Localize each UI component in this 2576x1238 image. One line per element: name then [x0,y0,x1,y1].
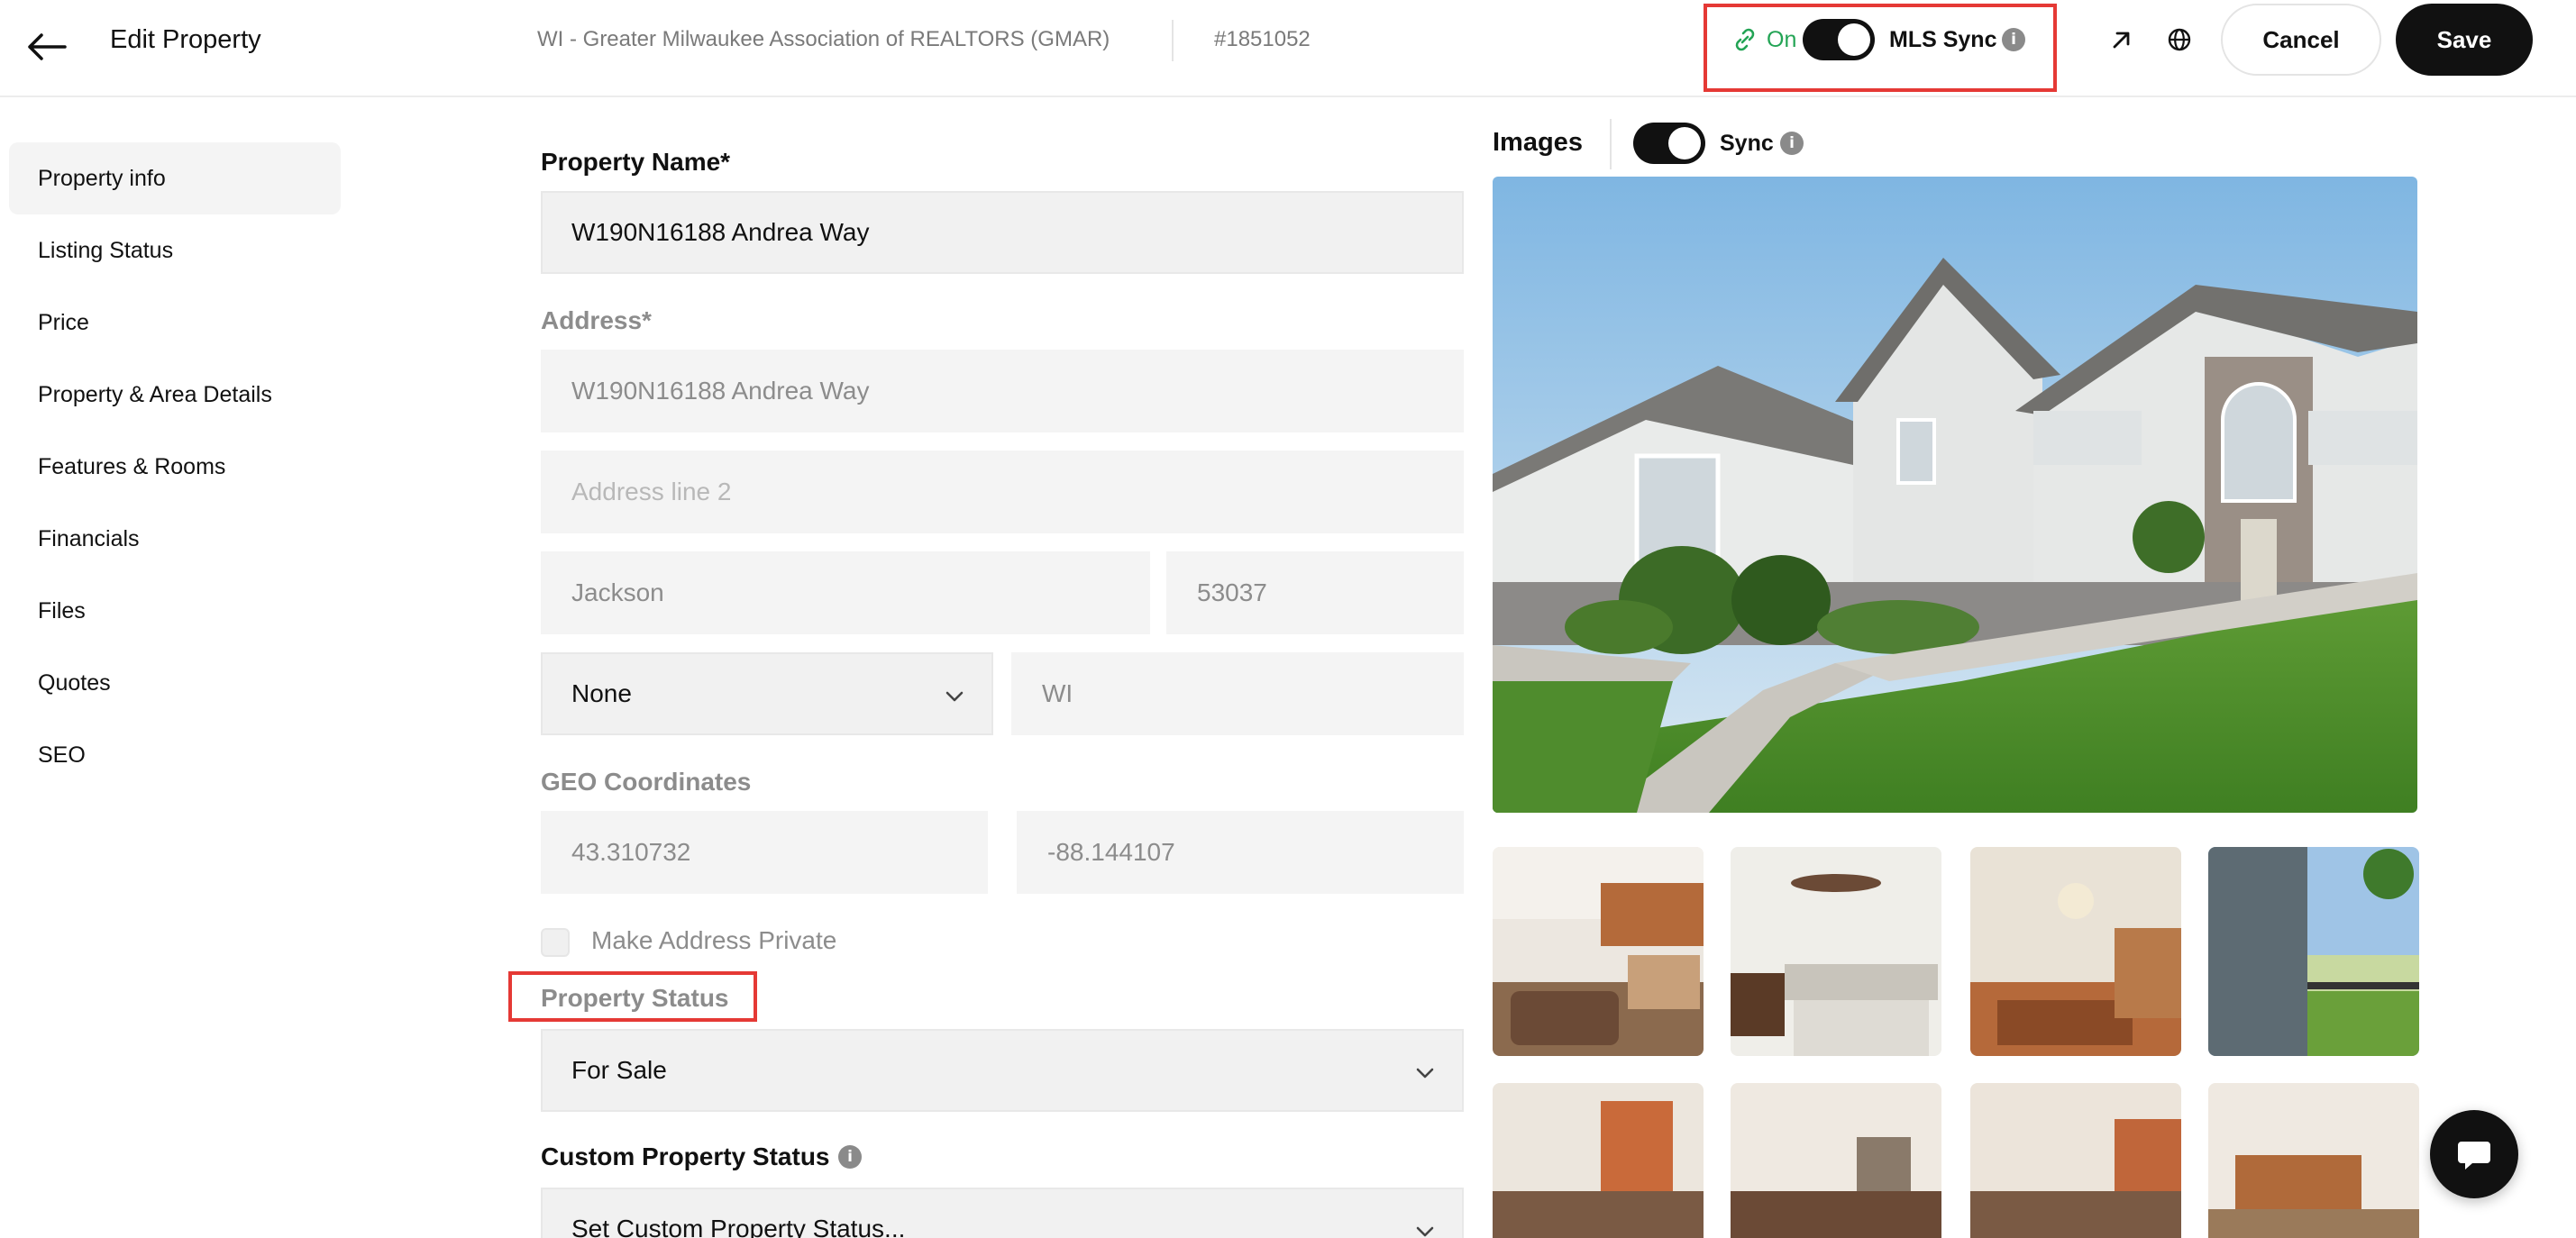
mls-sync-info-icon[interactable]: i [2002,28,2025,51]
images-sync-info-icon[interactable]: i [1780,132,1804,155]
custom-status-info-icon[interactable]: i [838,1145,862,1169]
photo-thumbnail[interactable] [1493,847,1704,1056]
property-status-value: For Sale [571,1056,667,1084]
chevron-down-icon [1416,1226,1434,1237]
link-icon [1731,25,1759,54]
sidebar-item-financials[interactable]: Financials [9,503,341,575]
photo-thumbnail[interactable] [1970,847,2181,1056]
property-name-input[interactable]: W190N16188 Andrea Way [541,191,1464,274]
external-link-icon[interactable] [2106,23,2138,56]
mls-sync-toggle[interactable] [1803,19,1875,60]
sidebar-item-files[interactable]: Files [9,575,341,647]
county-select[interactable]: None [541,652,993,735]
globe-icon[interactable] [2163,23,2196,56]
latitude-input[interactable]: 43.310732 [541,811,988,894]
sidebar-item-seo[interactable]: SEO [9,719,341,791]
chevron-down-icon [1416,1068,1434,1079]
property-status-label: Property Status [541,984,729,1012]
sidebar-item-property-area-details[interactable]: Property & Area Details [9,359,341,431]
chat-button[interactable] [2430,1110,2518,1198]
images-sync-label: Sync [1720,131,1774,156]
save-button[interactable]: Save [2396,4,2533,76]
mls-number: #1851052 [1214,27,1311,51]
custom-status-placeholder: Set Custom Property Status... [571,1215,906,1238]
mls-association: WI - Greater Milwaukee Association of RE… [537,27,1110,51]
main-property-photo[interactable] [1493,177,2417,813]
toggle-knob [1838,23,1870,56]
toggle-knob [1668,127,1701,159]
address-line1-input[interactable]: W190N16188 Andrea Way [541,350,1464,432]
make-address-private-checkbox[interactable] [541,928,570,957]
property-status-select[interactable]: For Sale [541,1029,1464,1112]
sidebar-item-price[interactable]: Price [9,287,341,359]
mls-sync-state: On [1767,27,1797,52]
images-sync-toggle[interactable] [1633,123,1705,164]
images-title: Images [1493,128,1583,157]
images-divider [1610,119,1612,169]
top-bar: Edit Property WI - Greater Milwaukee Ass… [0,0,2576,97]
address-line2-input[interactable]: Address line 2 [541,451,1464,533]
section-sidebar: Property info Listing Status Price Prope… [9,142,341,791]
make-address-private-label: Make Address Private [591,926,837,954]
sidebar-item-listing-status[interactable]: Listing Status [9,214,341,287]
photo-thumbnail[interactable] [2208,1083,2419,1238]
county-select-value: None [571,679,632,707]
photo-thumbnail[interactable] [1731,1083,1941,1238]
photo-thumbnail[interactable] [1970,1083,2181,1238]
state-input[interactable]: WI [1011,652,1464,735]
photo-thumbnail[interactable] [2208,847,2419,1056]
longitude-input[interactable]: -88.144107 [1017,811,1464,894]
header-divider [1172,20,1174,61]
custom-status-label: Custom Property Status [541,1142,830,1170]
cancel-button[interactable]: Cancel [2221,4,2381,76]
sidebar-item-features-rooms[interactable]: Features & Rooms [9,431,341,503]
city-input[interactable]: Jackson [541,551,1150,634]
address-label: Address* [541,306,652,334]
zip-input[interactable]: 53037 [1166,551,1464,634]
property-name-label: Property Name* [541,148,731,176]
photo-thumbnail[interactable] [1731,847,1941,1056]
sidebar-item-quotes[interactable]: Quotes [9,647,341,719]
page-title: Edit Property [110,25,261,54]
sidebar-item-property-info[interactable]: Property info [9,142,341,214]
geo-coordinates-label: GEO Coordinates [541,768,752,796]
chat-bubble-icon [2458,1142,2490,1170]
chevron-down-icon [945,691,964,702]
mls-sync-label: MLS Sync [1889,27,1997,52]
custom-status-select[interactable]: Set Custom Property Status... [541,1188,1464,1238]
back-arrow-icon[interactable] [22,22,72,72]
photo-thumbnail[interactable] [1493,1083,1704,1238]
